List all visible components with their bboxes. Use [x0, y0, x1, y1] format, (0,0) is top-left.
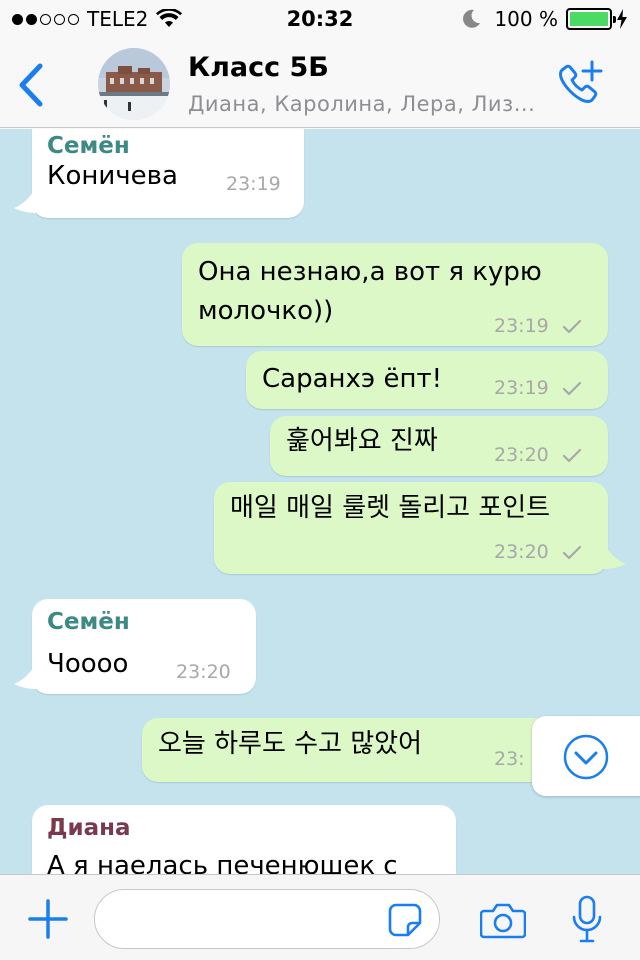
bubble-tail: [14, 667, 36, 689]
chevron-down-circle-icon: [563, 734, 609, 780]
battery-icon: [566, 8, 616, 30]
message-text: Саранхэ ёпт!: [262, 364, 443, 394]
message-time: 23:19: [494, 377, 549, 399]
battery-percent: 100 %: [494, 7, 558, 31]
message-time: 23:19: [226, 173, 281, 195]
message-time: 23:: [494, 748, 525, 770]
message-bubble-outgoing[interactable]: Она незнаю,а вот я курю молочко)) 23:19: [182, 243, 608, 346]
message-text: А я наелась печенюшек с: [47, 851, 398, 874]
sender-name: Диана: [47, 815, 131, 841]
message-time: 23:20: [176, 661, 231, 683]
message-text-line-1: Она незнаю,а вот я курю: [198, 257, 542, 287]
sender-name: Семён: [47, 609, 130, 635]
message-text-line-2: молочко)): [198, 296, 334, 326]
message-text: 오늘 하루도 수고 많았어: [158, 729, 422, 759]
camera-button[interactable]: [480, 901, 526, 939]
message-bubble-incoming[interactable]: Семён Коничева 23:19: [32, 129, 304, 218]
sent-check-icon: [562, 381, 582, 396]
message-text: 매일 매일 룰렛 돌리고 포인트: [230, 493, 551, 523]
message-bubble-outgoing[interactable]: Саранхэ ёпт! 23:19: [246, 351, 608, 409]
microphone-button[interactable]: [572, 895, 602, 943]
scroll-to-bottom-button[interactable]: [532, 716, 640, 796]
message-list[interactable]: Семён Коничева 23:19 Она незнаю,а вот я …: [0, 129, 640, 874]
message-time: 23:20: [494, 541, 549, 563]
message-text: Коничева: [47, 161, 178, 191]
message-text: Чоооо: [47, 649, 129, 679]
message-bubble-outgoing[interactable]: 훑어봐요 진짜 23:20: [270, 416, 608, 476]
participants-list[interactable]: Диана, Каролина, Лера, Лиз...: [188, 92, 548, 116]
attach-plus-button[interactable]: [28, 899, 68, 939]
composer-bar: [0, 874, 640, 960]
chat-title[interactable]: Класс 5Б: [188, 52, 329, 83]
message-bubble-incoming[interactable]: Диана А я наелась печенюшек с: [32, 805, 456, 874]
message-bubble-incoming[interactable]: Семён Чоооо 23:20: [32, 599, 256, 694]
message-bubble-outgoing[interactable]: 매일 매일 룰렛 돌리고 포인트 23:20: [214, 482, 608, 574]
status-bar: TELE2 20:32 100 %: [0, 0, 640, 40]
message-text: 훑어봐요 진짜: [286, 426, 438, 456]
sent-check-icon: [562, 319, 582, 334]
sent-check-icon: [562, 545, 582, 560]
message-time: 23:20: [494, 444, 549, 466]
message-time: 23:19: [494, 315, 549, 337]
bubble-tail: [14, 191, 36, 213]
moon-icon: [463, 9, 481, 28]
status-right: 100 %: [460, 7, 628, 31]
sticker-button[interactable]: [388, 903, 422, 937]
sent-check-icon: [562, 448, 582, 463]
group-avatar[interactable]: [98, 48, 170, 120]
bubble-tail: [604, 547, 626, 569]
back-button[interactable]: [14, 62, 46, 108]
charging-icon: [617, 9, 627, 29]
chat-header: Класс 5Б Диана, Каролина, Лера, Лиз...: [0, 40, 640, 128]
add-call-button[interactable]: [554, 58, 606, 108]
